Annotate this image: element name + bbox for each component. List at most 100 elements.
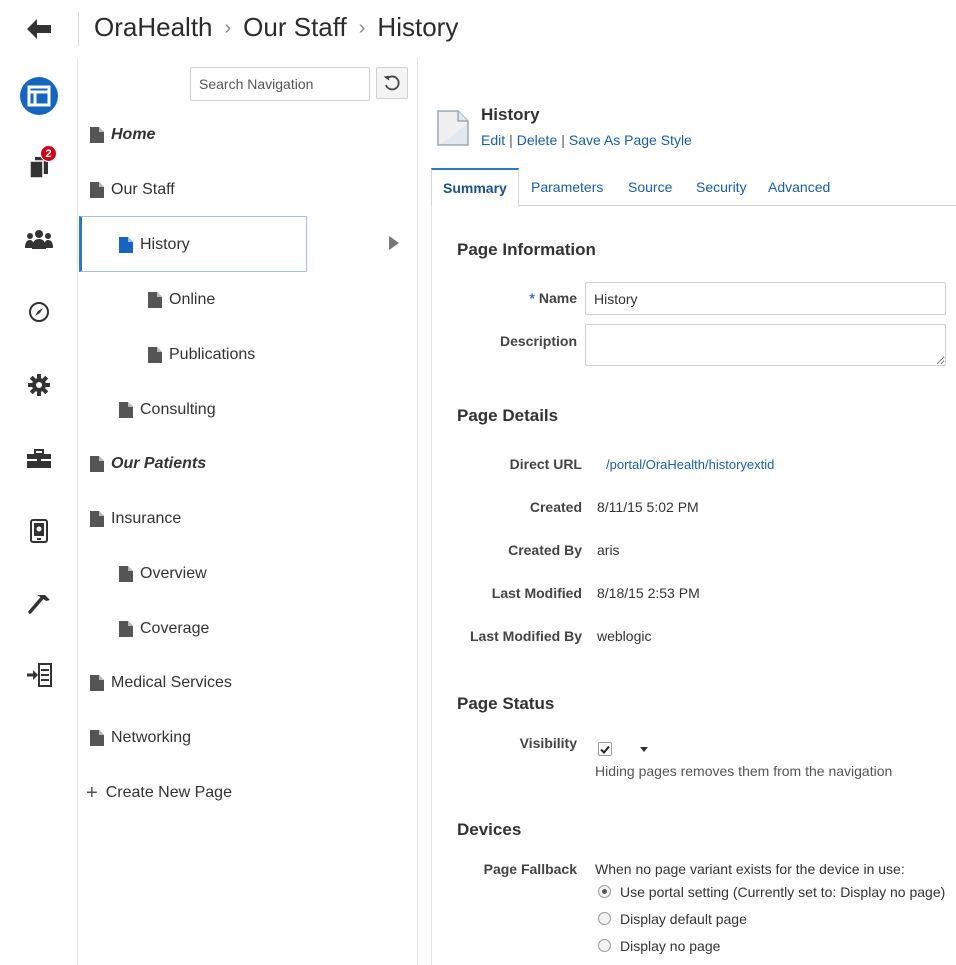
devices-heading: Devices bbox=[457, 820, 522, 839]
page-icon bbox=[90, 126, 104, 143]
tab-parameters[interactable]: Parameters bbox=[531, 168, 603, 206]
visibility-dropdown-caret[interactable] bbox=[640, 747, 648, 752]
rail-toolbox[interactable] bbox=[0, 434, 78, 484]
nav-item-label: History bbox=[140, 235, 190, 253]
last-modified-value: 8/18/15 2:53 PM bbox=[597, 585, 700, 601]
breadcrumb: OraHealth › Our Staff › History bbox=[94, 12, 458, 43]
name-input[interactable] bbox=[585, 282, 946, 315]
page-icon bbox=[90, 729, 104, 746]
breadcrumb-our-staff[interactable]: Our Staff bbox=[243, 12, 347, 42]
nav-item-label: Publications bbox=[169, 345, 256, 363]
page-document-icon bbox=[437, 110, 469, 151]
rail-devices[interactable] bbox=[0, 506, 78, 556]
page-icon bbox=[119, 401, 133, 418]
description-input[interactable] bbox=[585, 324, 946, 366]
nav-item-label: Overview bbox=[140, 564, 207, 582]
import-icon bbox=[27, 663, 52, 687]
nav-item-home[interactable]: Home bbox=[78, 107, 418, 162]
last-modified-label: Last Modified bbox=[491, 585, 582, 601]
create-new-page-label: Create New Page bbox=[105, 784, 232, 801]
nav-item-label: Home bbox=[111, 125, 156, 143]
page-icon bbox=[90, 674, 104, 691]
back-arrow-icon bbox=[27, 19, 51, 39]
delete-link[interactable]: Delete bbox=[517, 132, 557, 148]
last-modified-by-label: Last Modified By bbox=[469, 628, 582, 644]
required-marker: * bbox=[529, 290, 535, 306]
breadcrumb-separator: › bbox=[224, 17, 232, 39]
nav-item-label: Our Staff bbox=[111, 180, 175, 198]
radio-use-portal-setting[interactable] bbox=[598, 885, 611, 898]
plus-icon: + bbox=[86, 781, 98, 804]
rail-settings[interactable] bbox=[0, 360, 78, 410]
tab-source[interactable]: Source bbox=[628, 168, 672, 206]
created-value: 8/11/15 5:02 PM bbox=[597, 499, 699, 515]
page-icon bbox=[119, 236, 133, 253]
refresh-icon bbox=[383, 75, 400, 91]
nav-item-consulting[interactable]: Consulting bbox=[78, 382, 418, 437]
people-icon bbox=[25, 230, 53, 249]
direct-url-link[interactable]: /portal/OraHealth/historyextid bbox=[606, 457, 774, 472]
visibility-label: Visibility bbox=[519, 735, 577, 751]
nav-item-our-staff[interactable]: Our Staff bbox=[78, 162, 418, 217]
visibility-checkbox[interactable] bbox=[598, 742, 612, 756]
nav-item-label: Consulting bbox=[140, 400, 216, 418]
rail-import[interactable] bbox=[0, 650, 78, 700]
tab-summary[interactable]: Summary bbox=[431, 168, 519, 207]
page-icon bbox=[148, 346, 162, 363]
last-modified-by-value: weblogic bbox=[597, 628, 652, 644]
rail-pages[interactable]: 2 bbox=[0, 142, 78, 192]
nav-item-networking[interactable]: Networking bbox=[78, 710, 418, 765]
visibility-hint: Hiding pages removes them from the navig… bbox=[595, 763, 893, 779]
tab-bar: Summary Parameters Source Security Advan… bbox=[431, 168, 956, 207]
breadcrumb-history: History bbox=[377, 12, 459, 42]
back-button[interactable] bbox=[22, 12, 56, 46]
main-content: History Edit | Delete | Save As Page Style S… bbox=[419, 58, 956, 965]
separator: | bbox=[561, 132, 565, 148]
nav-item-label: Online bbox=[169, 290, 216, 308]
navigation-panel: Home Our Staff History Online Publicatio… bbox=[78, 58, 418, 965]
nav-item-overview[interactable]: Overview bbox=[78, 546, 418, 601]
refresh-button[interactable] bbox=[376, 67, 408, 99]
create-new-page-link[interactable]: + Create New Page bbox=[86, 778, 232, 808]
name-label-text: Name bbox=[538, 290, 577, 306]
nav-item-medical-services[interactable]: Medical Services bbox=[78, 655, 418, 710]
rail-navigation[interactable] bbox=[0, 287, 78, 337]
page-fallback-label: Page Fallback bbox=[483, 861, 577, 877]
created-label: Created bbox=[529, 499, 582, 515]
nav-item-label: Medical Services bbox=[111, 673, 232, 691]
gear-icon bbox=[28, 374, 50, 396]
notification-badge: 2 bbox=[40, 145, 57, 162]
hammer-icon bbox=[28, 595, 50, 614]
option-display-default-page: Display default page bbox=[620, 911, 747, 927]
nav-item-label: Our Patients bbox=[111, 454, 207, 472]
created-by-value: aris bbox=[597, 542, 620, 558]
expand-arrow-icon[interactable] bbox=[388, 236, 400, 250]
nav-item-online[interactable]: Online bbox=[78, 272, 418, 327]
page-information-heading: Page Information bbox=[457, 240, 596, 259]
page-title: History bbox=[481, 105, 540, 124]
page-fallback-text: When no page variant exists for the devi… bbox=[595, 861, 905, 877]
icon-rail: 2 bbox=[0, 58, 78, 965]
edit-link[interactable]: Edit bbox=[481, 132, 505, 148]
nav-item-publications[interactable]: Publications bbox=[78, 327, 418, 382]
rail-people[interactable] bbox=[0, 214, 78, 264]
summary-panel: Page Information *Name Description Page … bbox=[431, 206, 956, 965]
radio-display-no-page[interactable] bbox=[598, 939, 611, 952]
rail-structure[interactable] bbox=[0, 71, 78, 121]
breadcrumb-portal[interactable]: OraHealth bbox=[94, 12, 213, 42]
toolbox-icon bbox=[27, 449, 51, 468]
rail-build[interactable] bbox=[0, 578, 78, 628]
nav-item-history[interactable]: History bbox=[78, 217, 418, 272]
search-navigation-input[interactable] bbox=[190, 67, 370, 101]
nav-item-our-patients[interactable]: Our Patients bbox=[78, 436, 418, 491]
radio-display-default-page[interactable] bbox=[598, 912, 611, 925]
nav-item-insurance[interactable]: Insurance bbox=[78, 491, 418, 546]
save-as-page-style-link[interactable]: Save As Page Style bbox=[569, 132, 692, 148]
tab-advanced[interactable]: Advanced bbox=[768, 168, 830, 206]
direct-url-label: Direct URL bbox=[509, 456, 582, 472]
tab-security[interactable]: Security bbox=[696, 168, 747, 206]
direct-url-value: /portal/OraHealth/historyextid bbox=[606, 456, 774, 472]
nav-item-label: Networking bbox=[111, 728, 192, 746]
nav-item-coverage[interactable]: Coverage bbox=[78, 601, 418, 656]
created-by-label: Created By bbox=[508, 542, 582, 558]
